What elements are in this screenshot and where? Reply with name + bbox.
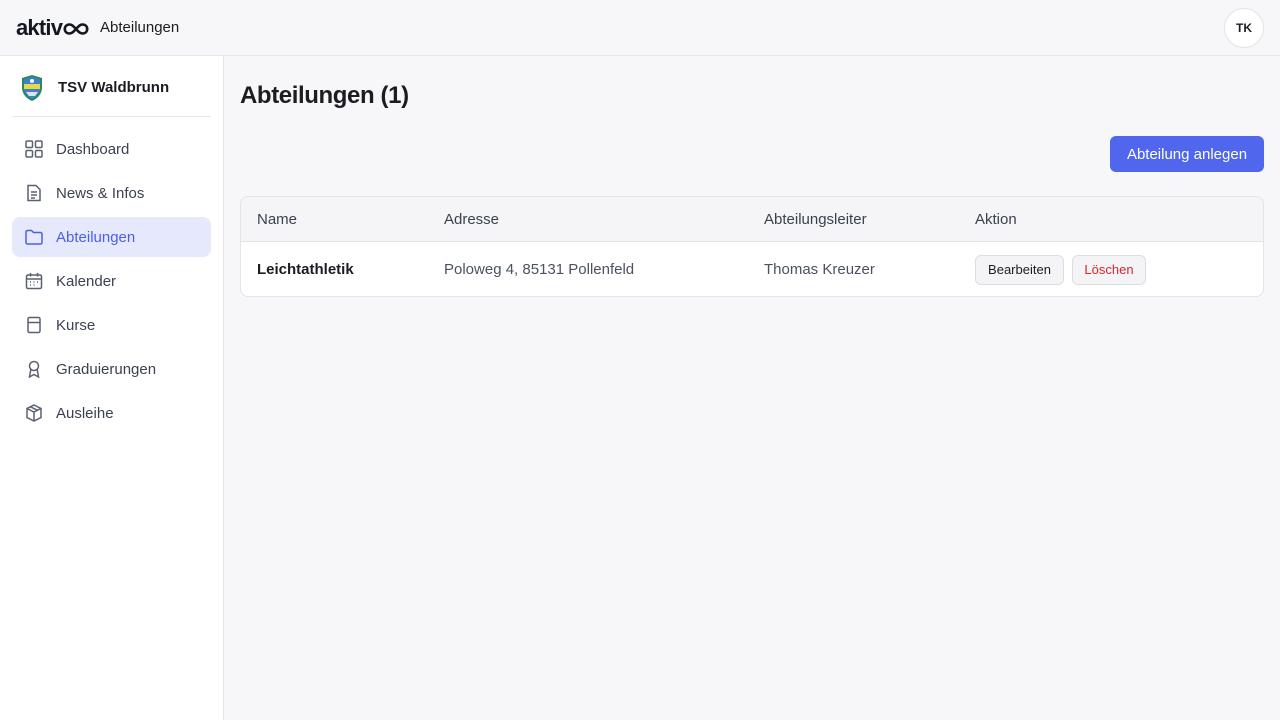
package-icon — [24, 403, 44, 423]
book-icon — [24, 315, 44, 335]
sidebar-item-dashboard[interactable]: Dashboard — [12, 129, 211, 169]
delete-button[interactable]: Löschen — [1072, 254, 1146, 285]
sidebar-item-news[interactable]: News & Infos — [12, 173, 211, 213]
row-actions: Bearbeiten Löschen — [975, 242, 1146, 296]
user-avatar[interactable]: TK — [1224, 8, 1264, 48]
grid-icon — [24, 139, 44, 159]
department-address: Poloweg 4, 85131 Pollenfeld — [444, 261, 635, 278]
sidebar-item-label: Abteilungen — [56, 228, 136, 246]
department-name: Leichtathletik — [257, 261, 354, 278]
column-header-name[interactable]: Name — [257, 197, 297, 241]
club-name: TSV Waldbrunn — [58, 79, 170, 96]
sidebar-item-label: Graduierungen — [56, 360, 157, 378]
top-bar: aktiv Abteilungen TK — [0, 0, 1280, 56]
department-leader: Thomas Kreuzer — [764, 261, 875, 278]
award-icon — [24, 359, 44, 379]
departments-table: Name Adresse Abteilungsleiter Aktion Lei… — [240, 196, 1264, 297]
document-icon — [24, 183, 44, 203]
sidebar-item-graduierungen[interactable]: Graduierungen — [12, 349, 211, 389]
sidebar-item-kurse[interactable]: Kurse — [12, 305, 211, 345]
page-title: Abteilungen (1) — [240, 82, 409, 109]
app-logo[interactable]: aktiv — [16, 15, 89, 41]
sidebar-item-label: News & Infos — [56, 184, 145, 202]
column-header-address[interactable]: Adresse — [444, 197, 499, 241]
column-header-action: Aktion — [975, 210, 1017, 228]
calendar-icon — [24, 271, 44, 291]
club-crest-icon — [22, 75, 42, 101]
table-header: Name Adresse Abteilungsleiter Aktion — [241, 197, 1263, 242]
app-logo-text: aktiv — [16, 15, 63, 40]
table-row: Leichtathletik Poloweg 4, 85131 Pollenfe… — [241, 242, 1263, 296]
edit-button[interactable]: Bearbeiten — [975, 254, 1064, 285]
header-section-title: Abteilungen — [100, 19, 180, 36]
column-header-leader[interactable]: Abteilungsleiter — [764, 197, 867, 241]
sidebar-nav: Dashboard News & Infos Abteilungen Kalen… — [12, 129, 211, 437]
infinity-icon — [63, 23, 89, 35]
create-department-button[interactable]: Abteilung anlegen — [1110, 136, 1264, 172]
sidebar-item-label: Kurse — [56, 316, 96, 334]
club-header[interactable]: TSV Waldbrunn — [12, 56, 211, 117]
sidebar-item-kalender[interactable]: Kalender — [12, 261, 211, 301]
sidebar-item-abteilungen[interactable]: Abteilungen — [12, 217, 211, 257]
sidebar-item-label: Dashboard — [56, 140, 130, 158]
sidebar: TSV Waldbrunn Dashboard News & Infos Abt… — [0, 56, 224, 720]
sidebar-item-label: Ausleihe — [56, 404, 114, 422]
sidebar-item-label: Kalender — [56, 272, 117, 290]
sidebar-item-ausleihe[interactable]: Ausleihe — [12, 393, 211, 433]
folder-icon — [24, 227, 44, 247]
